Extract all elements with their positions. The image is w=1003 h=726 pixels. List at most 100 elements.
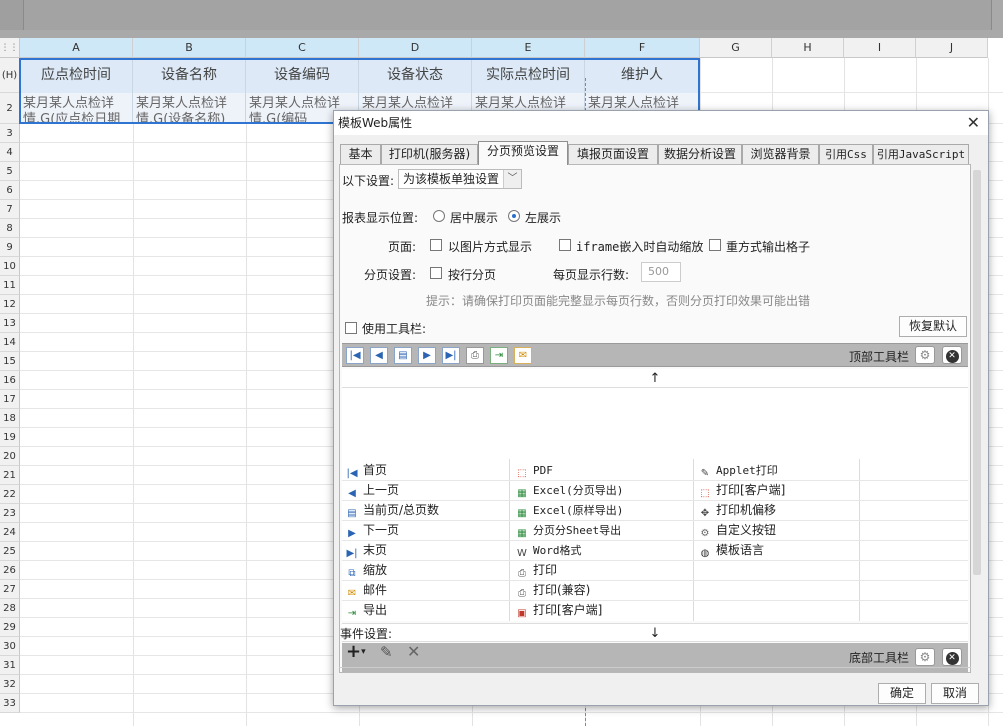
row-header[interactable]: 14: [0, 333, 20, 352]
toolbar-option[interactable]: ⎙ 打印: [515, 560, 557, 580]
toolbar-option[interactable]: ✥ 打印机偏移: [698, 500, 776, 520]
toolbar-option[interactable]: ▤ 当前页/总页数: [345, 500, 439, 520]
row-header[interactable]: 26: [0, 561, 20, 580]
tab-item[interactable]: 填报页面设置: [568, 144, 658, 164]
tab-item[interactable]: 基本: [340, 144, 381, 164]
image-mode-checkbox[interactable]: [430, 239, 442, 251]
add-event-icon[interactable]: +▾: [346, 641, 366, 662]
row-header[interactable]: (H): [0, 58, 20, 93]
toolbar-option[interactable]: ⬚ 打印[客户端]: [698, 480, 785, 500]
scrollbar-thumb[interactable]: [973, 170, 981, 575]
tab-item[interactable]: 引用JavaScript: [873, 144, 969, 164]
row-header[interactable]: 23: [0, 504, 20, 523]
toolbar-option[interactable]: ✉ 邮件: [345, 580, 387, 600]
column-header[interactable]: C: [246, 38, 359, 58]
tab-item[interactable]: 引用Css: [819, 144, 873, 164]
row-header[interactable]: 18: [0, 409, 20, 428]
column-header[interactable]: F: [585, 38, 700, 58]
gear-icon[interactable]: ⚙: [915, 346, 935, 364]
select-all-corner[interactable]: ⋮⋮: [0, 38, 20, 58]
toolbar-option[interactable]: ▣ 打印[客户端]: [515, 600, 602, 620]
column-header[interactable]: H: [772, 38, 844, 58]
toolbar-option[interactable]: ⧉ 缩放: [345, 560, 387, 580]
row-header[interactable]: 24: [0, 523, 20, 542]
move-down-icon[interactable]: ↓: [342, 623, 968, 642]
toolbar-option[interactable]: ⇥ 导出: [345, 600, 387, 620]
row-header[interactable]: 9: [0, 238, 20, 257]
toolbar-option[interactable]: ⎙ 打印(兼容): [515, 580, 590, 600]
header-cell[interactable]: 设备状态: [359, 58, 472, 93]
row-header[interactable]: 29: [0, 618, 20, 637]
row-header[interactable]: 30: [0, 637, 20, 656]
toolbar-option[interactable]: ▦ Excel(分页导出): [515, 480, 623, 500]
column-header[interactable]: G: [700, 38, 772, 58]
row-header[interactable]: 27: [0, 580, 20, 599]
header-cell[interactable]: 应点检时间: [20, 58, 133, 93]
toolbar-option[interactable]: ▦ Excel(原样导出): [515, 500, 623, 520]
row-header[interactable]: 19: [0, 428, 20, 447]
tab-item[interactable]: 分页预览设置: [478, 141, 568, 165]
row-header[interactable]: 8: [0, 219, 20, 238]
repeat-output-checkbox[interactable]: [709, 239, 721, 251]
header-cell[interactable]: 设备编码: [246, 58, 359, 93]
iframe-scale-checkbox[interactable]: [559, 239, 571, 251]
cancel-button[interactable]: 取消: [931, 683, 979, 704]
toolbar-option[interactable]: |◀ 首页: [345, 460, 387, 480]
export-icon[interactable]: ⇥: [490, 347, 508, 364]
restore-default-button[interactable]: 恢复默认: [899, 316, 967, 337]
edit-event-icon[interactable]: ✎: [380, 643, 393, 661]
tab-item[interactable]: 打印机(服务器): [381, 144, 478, 164]
toolbar-option[interactable]: ◀ 上一页: [345, 480, 399, 500]
row-header[interactable]: 20: [0, 447, 20, 466]
column-header[interactable]: J: [916, 38, 988, 58]
toolbar-option[interactable]: ⚙ 自定义按钮: [698, 520, 777, 540]
row-header[interactable]: 16: [0, 371, 20, 390]
row-header[interactable]: 11: [0, 276, 20, 295]
row-header[interactable]: 7: [0, 200, 20, 219]
row-header[interactable]: 31: [0, 656, 20, 675]
row-header[interactable]: 33: [0, 694, 20, 713]
data-cell[interactable]: 某月某人点检详 情.G(设备名称): [133, 93, 246, 123]
row-header[interactable]: 12: [0, 295, 20, 314]
header-cell[interactable]: 维护人: [585, 58, 700, 93]
column-header[interactable]: A: [20, 38, 133, 58]
row-header[interactable]: 15: [0, 352, 20, 371]
gear-icon[interactable]: ⚙: [915, 648, 935, 666]
panel-scrollbar[interactable]: [971, 164, 983, 673]
rows-per-page-input[interactable]: 500: [641, 262, 681, 282]
header-cell[interactable]: 实际点检时间: [472, 58, 585, 93]
toolbar-option[interactable]: ⬚ PDF: [515, 460, 553, 480]
row-header[interactable]: 4: [0, 143, 20, 162]
ok-button[interactable]: 确定: [878, 683, 926, 704]
toolbar-option[interactable]: ▶| 末页: [345, 540, 387, 560]
toolbar-option[interactable]: ◍ 模板语言: [698, 540, 764, 560]
close-icon[interactable]: ✕: [967, 113, 980, 132]
use-toolbar-checkbox[interactable]: [345, 322, 357, 334]
data-cell[interactable]: 某月某人点检详 情.G(应点检日期: [20, 93, 133, 123]
tab-item[interactable]: 浏览器背景: [742, 144, 819, 164]
column-header[interactable]: B: [133, 38, 246, 58]
toolbar-option[interactable]: ▦ 分页分Sheet导出: [515, 520, 621, 540]
remove-toolbar-icon[interactable]: ✕: [942, 648, 962, 666]
settings-select[interactable]: 为该模板单独设置 ﹀: [398, 169, 522, 189]
column-header[interactable]: D: [359, 38, 472, 58]
tab-item[interactable]: 数据分析设置: [658, 144, 742, 164]
row-header[interactable]: 6: [0, 181, 20, 200]
row-header[interactable]: 25: [0, 542, 20, 561]
row-header[interactable]: 5: [0, 162, 20, 181]
row-header[interactable]: 21: [0, 466, 20, 485]
page-count-icon[interactable]: ▤: [394, 347, 412, 364]
last-page-icon[interactable]: ▶|: [442, 347, 460, 364]
row-header[interactable]: 32: [0, 675, 20, 694]
toolbar-option[interactable]: ▶ 下一页: [345, 520, 399, 540]
row-header[interactable]: 22: [0, 485, 20, 504]
mail-icon[interactable]: ✉: [514, 347, 532, 364]
left-radio[interactable]: [508, 210, 520, 222]
next-page-icon[interactable]: ▶: [418, 347, 436, 364]
row-header[interactable]: 3: [0, 124, 20, 143]
row-header[interactable]: 28: [0, 599, 20, 618]
column-header[interactable]: I: [844, 38, 916, 58]
row-header[interactable]: 13: [0, 314, 20, 333]
toolbar-option[interactable]: ✎ Applet打印: [698, 460, 778, 480]
remove-toolbar-icon[interactable]: ✕: [942, 346, 962, 364]
